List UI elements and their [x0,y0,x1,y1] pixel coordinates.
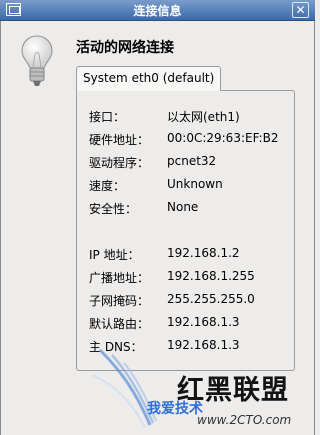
broadcast-address-value: 192.168.1.255 [167,269,255,283]
page-title: 活动的网络连接 [76,40,174,56]
close-button[interactable]: ✕ [292,2,309,18]
driver-value: pcnet32 [167,154,217,168]
light-bulb-icon [21,35,53,86]
hardware-address-value: 00:0C:29:63:EF:B2 [167,131,279,145]
ip-address-value: 192.168.1.2 [167,246,240,260]
default-route-label: 默认路由： [89,317,150,331]
window-title: 连接信息 [133,4,182,18]
watermark-url: www.2CTO.com [197,413,292,427]
interface-value: 以太网(eth1) [167,110,240,124]
broadcast-address-label: 广播地址： [89,271,150,285]
hardware-address-label: 硬件地址： [89,133,150,147]
ip-address-label: IP 地址： [89,248,140,262]
security-value: None [167,200,199,214]
speed-label: 速度： [89,179,126,193]
interface-label: 接口： [89,110,126,124]
default-route-value: 192.168.1.3 [167,315,240,329]
security-label: 安全性： [89,202,138,216]
tab-connection[interactable]: System eth0 (default) [76,66,222,91]
driver-label: 驱动程序： [89,156,150,170]
speed-value: Unknown [167,177,223,191]
subnet-mask-label: 子网掩码： [89,294,150,308]
close-icon: ✕ [295,3,306,17]
subnet-mask-value: 255.255.255.0 [167,292,255,306]
watermark-subtext: 我爱技术 [147,401,203,417]
title-bar: 连接信息 ✕ [0,0,315,21]
